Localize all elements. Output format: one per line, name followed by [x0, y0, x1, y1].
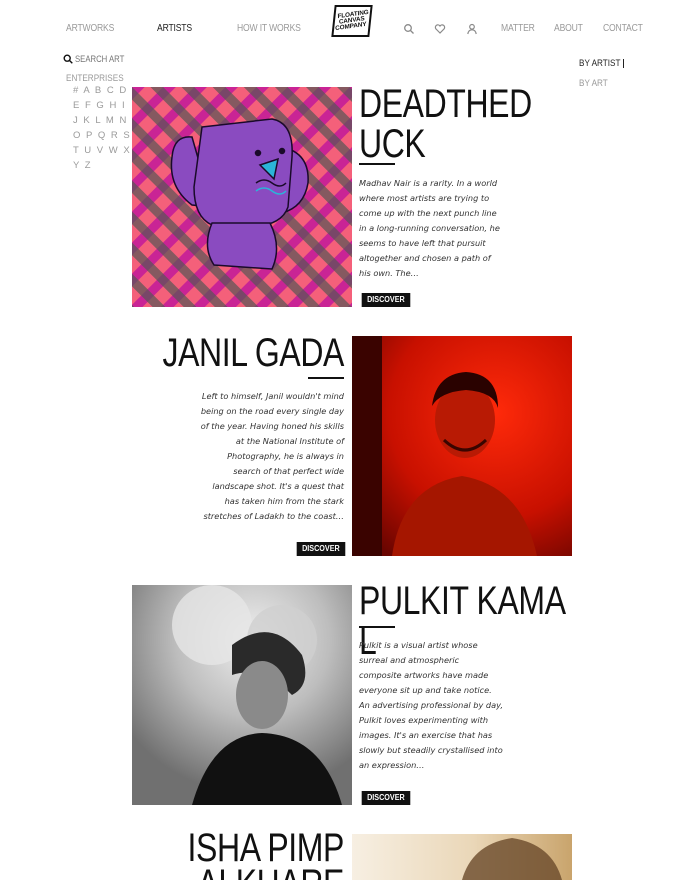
- filter-by-art[interactable]: BY ART: [579, 78, 608, 89]
- artist-name[interactable]: ISHA PIMPALKHARE: [184, 828, 345, 880]
- artist-name[interactable]: DEADTHEDUCK: [359, 84, 543, 164]
- nav-artworks-link[interactable]: ARTWORKS: [66, 23, 114, 34]
- site-logo[interactable]: FLOATING CANVAS COMPANY: [331, 5, 373, 37]
- artist-search: [63, 54, 133, 64]
- artist-blurb: Left to himself, Janil wouldn't mind bei…: [200, 391, 344, 521]
- portrait-photo: [352, 834, 572, 880]
- alphabet-row[interactable]: E F G H I: [73, 100, 133, 111]
- nav-contact-link[interactable]: CONTACT: [603, 23, 643, 34]
- user-icon[interactable]: [466, 23, 478, 35]
- enterprises-link[interactable]: ENTERPRISES: [66, 73, 124, 84]
- search-artists-input[interactable]: [75, 54, 125, 64]
- nav-how-it-works-link[interactable]: HOW IT WORKS: [237, 23, 301, 34]
- active-filter-indicator: [623, 59, 624, 68]
- artist-image-deadtheduck[interactable]: [132, 87, 352, 307]
- nav-artists-link[interactable]: ARTISTS: [157, 23, 192, 34]
- artist-image-pulkit-kamal[interactable]: [132, 585, 352, 805]
- artist-name[interactable]: JANIL GADA: [160, 333, 344, 373]
- red-portrait-photo: [352, 336, 572, 556]
- alphabet-row[interactable]: # A B C D: [73, 85, 133, 96]
- alphabet-row[interactable]: T U V W X: [73, 145, 133, 156]
- artist-blurb: Madhav Nair is a rarity. In a world wher…: [359, 178, 500, 278]
- nav-matter-link[interactable]: MATTER: [501, 23, 535, 34]
- logo-line-3: COMPANY: [335, 21, 368, 33]
- heart-icon[interactable]: [434, 23, 446, 35]
- alphabet-row[interactable]: O P Q R S: [73, 130, 133, 141]
- filter-by-artist[interactable]: BY ARTIST: [579, 58, 620, 69]
- plaid-creature-artwork: [132, 87, 352, 307]
- title-rule: [359, 626, 395, 628]
- discover-button[interactable]: DISCOVER: [361, 791, 411, 805]
- title-rule: [308, 377, 344, 379]
- smoke-portrait-photo: [132, 585, 352, 805]
- artist-image-janil-gada[interactable]: [352, 336, 572, 556]
- discover-button[interactable]: DISCOVER: [296, 542, 346, 556]
- title-rule: [359, 163, 395, 165]
- search-icon[interactable]: [403, 23, 415, 35]
- nav-about-link[interactable]: ABOUT: [554, 23, 583, 34]
- top-navigation: ARTWORKS ARTISTS HOW IT WORKS FLOATING C…: [0, 0, 692, 56]
- alphabet-row[interactable]: Y Z: [73, 160, 133, 171]
- artist-image-isha-pimpalkhare[interactable]: [352, 834, 572, 880]
- discover-button[interactable]: DISCOVER: [361, 293, 411, 307]
- search-icon: [63, 54, 73, 64]
- alphabet-row[interactable]: J K L M N: [73, 115, 133, 126]
- artist-blurb: Pulkit is a visual artist whose surreal …: [359, 640, 503, 770]
